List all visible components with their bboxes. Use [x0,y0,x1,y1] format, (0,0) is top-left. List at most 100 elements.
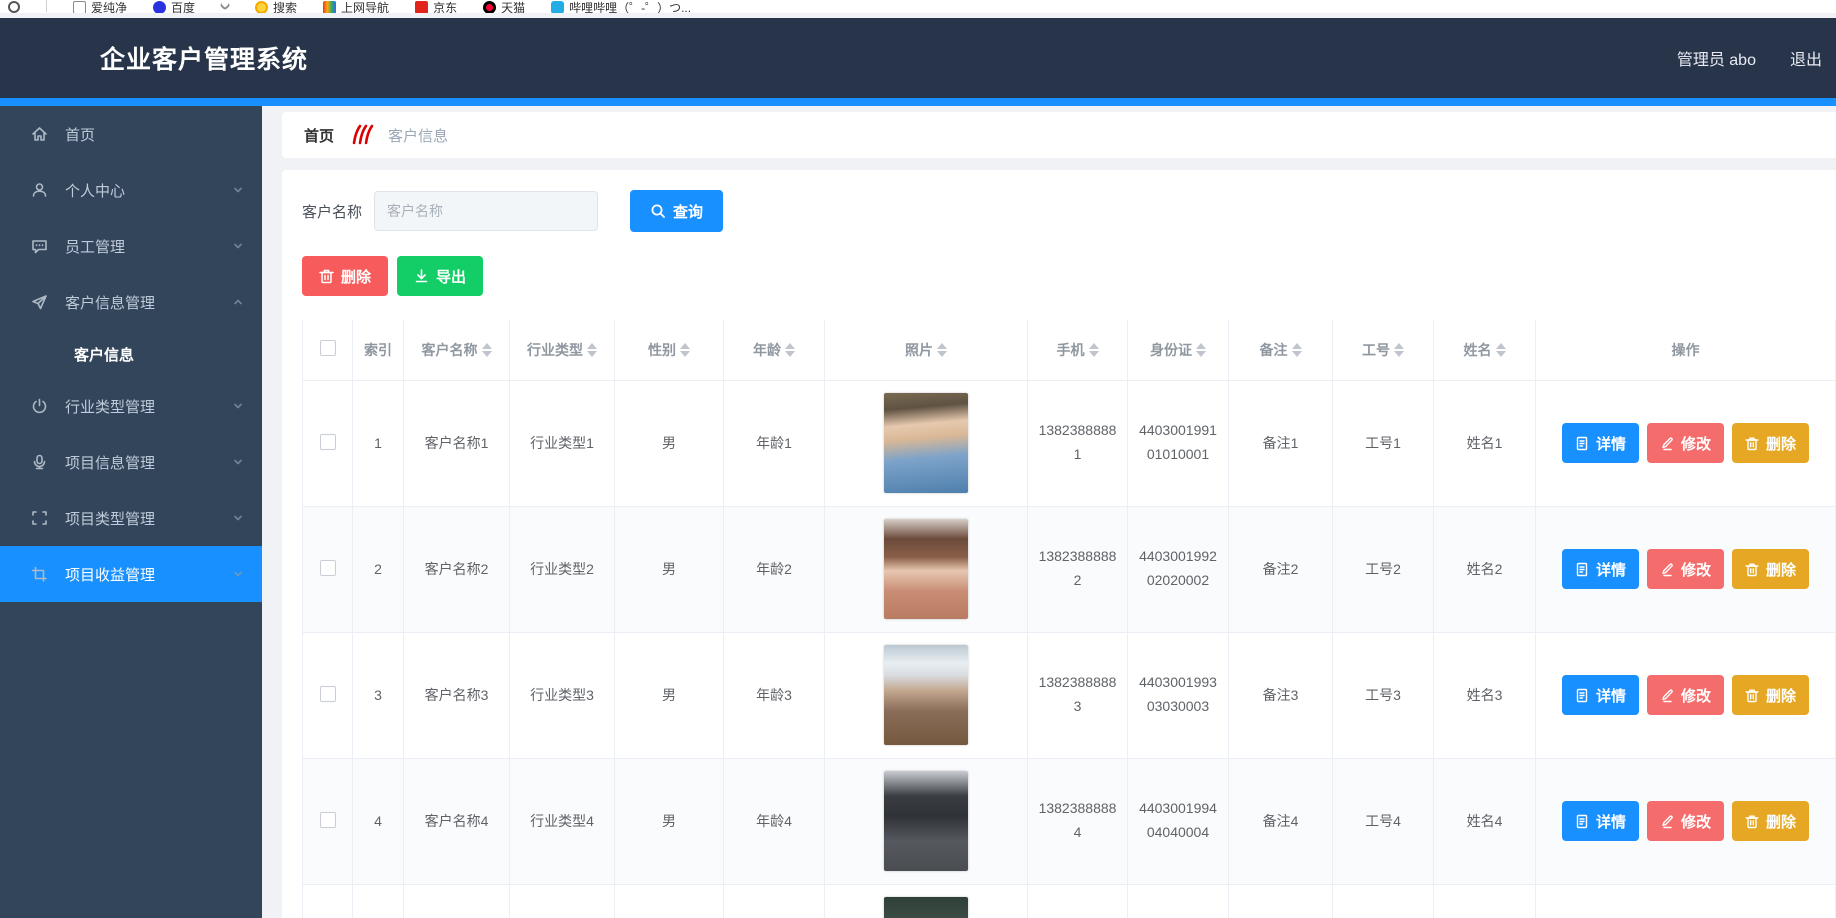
sidebar-item-8-selected[interactable]: 项目收益管理 [0,546,262,602]
sort-icon[interactable] [1089,343,1099,357]
query-button[interactable]: 查询 [630,190,723,232]
sidebar-subitem-active[interactable]: 客户信息 [0,330,262,378]
sidebar-item-1[interactable]: 首页 [0,106,262,162]
sidebar-item-6[interactable]: 项目信息管理 [0,434,262,490]
app-header: 企业客户管理系统 管理员 abo 退出 [0,18,1836,98]
sort-icon[interactable] [1292,343,1302,357]
trash-icon [1745,688,1759,703]
row-delete-button[interactable]: 删除 [1732,423,1809,463]
column-header-customer_name[interactable]: 客户名称 [404,320,510,380]
scan-icon [30,509,49,527]
cell-gender: 男 [615,758,724,884]
customer-name-input[interactable] [374,191,598,231]
sort-asc-icon[interactable] [1196,343,1206,349]
sidebar-item-3[interactable]: 员工管理 [0,218,262,274]
sort-asc-icon[interactable] [1496,343,1506,349]
sort-asc-icon[interactable] [785,343,795,349]
sort-desc-icon[interactable] [1496,351,1506,357]
export-button[interactable]: 导出 [397,256,483,296]
row-delete-button[interactable]: 删除 [1732,801,1809,841]
bookmark-item[interactable]: 京东 [415,0,457,13]
edit-button[interactable]: 修改 [1647,423,1724,463]
sort-icon[interactable] [482,343,492,357]
sort-desc-icon[interactable] [785,351,795,357]
detail-button[interactable]: 详情 [1562,549,1639,589]
sidebar-nav: 首页个人中心员工管理客户信息管理客户信息行业类型管理项目信息管理项目类型管理项目… [0,106,262,918]
sort-asc-icon[interactable] [482,343,492,349]
bookmark-item[interactable] [221,0,229,13]
column-header-gender[interactable]: 性别 [615,320,724,380]
breadcrumb-home[interactable]: 首页 [304,125,334,146]
cell-index: 4 [353,758,404,884]
sidebar-item-5[interactable]: 行业类型管理 [0,378,262,434]
sort-desc-icon[interactable] [1089,351,1099,357]
column-header-remark[interactable]: 备注 [1229,320,1333,380]
sort-icon[interactable] [1196,343,1206,357]
bookmark-item[interactable]: 天猫 [483,0,525,13]
bookmark-item[interactable]: 爱纯净 [73,0,127,13]
bookmark-item[interactable]: 上网导航 [323,0,389,13]
bookmark-item[interactable]: 百度 [153,0,195,13]
sort-asc-icon[interactable] [680,343,690,349]
bookmark-item[interactable]: 哔哩哔哩（゜-゜）つ... [551,0,691,13]
bookmark-item[interactable] [8,0,20,13]
cell-industry: 行业类型1 [510,380,615,506]
sort-desc-icon[interactable] [587,351,597,357]
sort-asc-icon[interactable] [1394,343,1404,349]
sort-desc-icon[interactable] [1394,351,1404,357]
detail-button[interactable]: 详情 [1562,675,1639,715]
power-icon [30,397,49,415]
column-label: 手机 [1057,340,1085,360]
sort-asc-icon[interactable] [587,343,597,349]
detail-button[interactable]: 详情 [1562,801,1639,841]
cell-photo [825,380,1028,506]
sidebar-item-4[interactable]: 客户信息管理 [0,274,262,330]
row-checkbox[interactable] [320,434,336,450]
row-checkbox[interactable] [320,560,336,576]
bookmark-label: 上网导航 [341,0,389,13]
sort-asc-icon[interactable] [937,343,947,349]
sort-desc-icon[interactable] [482,351,492,357]
cell-actions: 详情修改删除 [1536,632,1836,758]
column-header-industry[interactable]: 行业类型 [510,320,615,380]
bulk-delete-button[interactable]: 删除 [302,256,388,296]
sort-icon[interactable] [785,343,795,357]
chevron-down-icon [232,184,244,196]
sort-asc-icon[interactable] [1089,343,1099,349]
sidebar-item-2[interactable]: 个人中心 [0,162,262,218]
edit-button[interactable]: 修改 [1647,675,1724,715]
cell-photo [825,632,1028,758]
row-checkbox[interactable] [320,686,336,702]
bookmark-item[interactable]: 搜索 [255,0,297,13]
edit-button[interactable]: 修改 [1647,549,1724,589]
sort-icon[interactable] [937,343,947,357]
sort-asc-icon[interactable] [1292,343,1302,349]
sort-icon[interactable] [1394,343,1404,357]
column-header-phone[interactable]: 手机 [1028,320,1128,380]
cell-remark: 备注3 [1229,632,1333,758]
row-checkbox[interactable] [320,812,336,828]
column-header-job_no[interactable]: 工号 [1333,320,1434,380]
sort-icon[interactable] [587,343,597,357]
column-header-age[interactable]: 年龄 [724,320,825,380]
column-header-photo[interactable]: 照片 [825,320,1028,380]
logout-link[interactable]: 退出 [1790,46,1822,70]
sort-desc-icon[interactable] [1292,351,1302,357]
sort-desc-icon[interactable] [937,351,947,357]
row-delete-button[interactable]: 删除 [1732,549,1809,589]
row-delete-button[interactable]: 删除 [1732,675,1809,715]
detail-button[interactable]: 详情 [1562,423,1639,463]
column-label: 索引 [364,340,392,360]
select-all-checkbox[interactable] [320,340,336,356]
sort-icon[interactable] [1496,343,1506,357]
column-header-name[interactable]: 姓名 [1434,320,1536,380]
sort-icon[interactable] [680,343,690,357]
sort-desc-icon[interactable] [1196,351,1206,357]
cell-remark: 备注1 [1229,380,1333,506]
sort-desc-icon[interactable] [680,351,690,357]
sidebar-item-7[interactable]: 项目类型管理 [0,490,262,546]
column-header-id_card[interactable]: 身份证 [1128,320,1229,380]
edit-button[interactable]: 修改 [1647,801,1724,841]
breadcrumb: 首页 客户信息 [282,112,1836,158]
content-card: 客户名称 查询 删除 [282,170,1836,918]
